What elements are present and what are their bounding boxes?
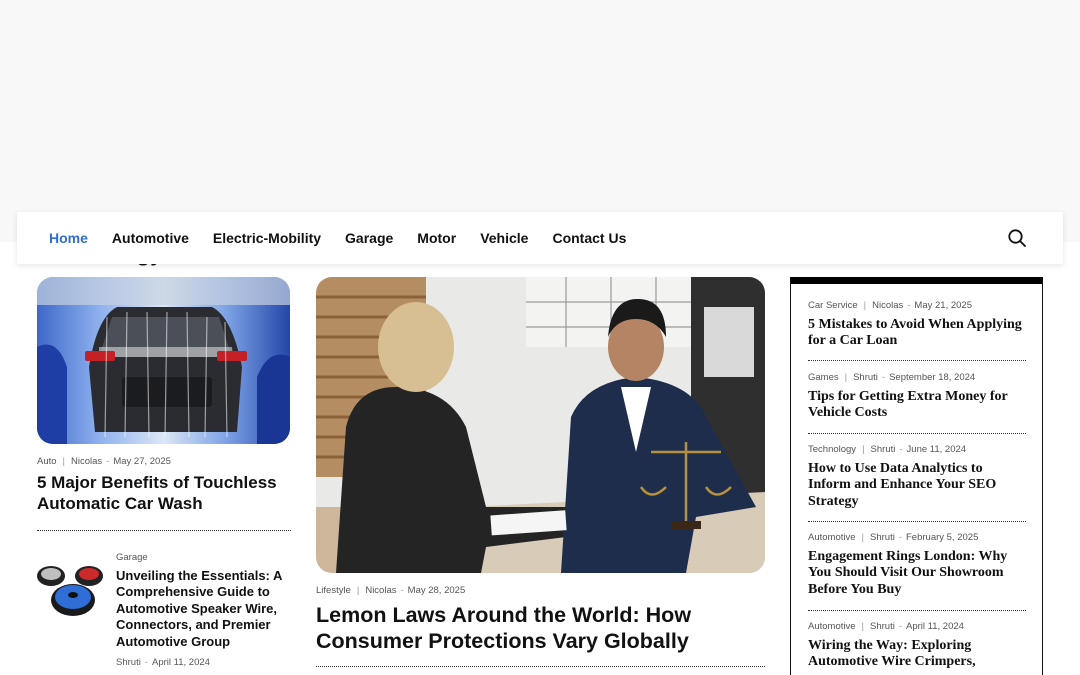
meta-separator: | bbox=[356, 585, 360, 596]
post-category[interactable]: Car Service bbox=[808, 300, 858, 311]
post-thumbnail-car-wash[interactable] bbox=[37, 277, 290, 444]
post-date: May 21, 2025 bbox=[914, 300, 972, 311]
post-title[interactable]: Wiring the Way: Exploring Automotive Wir… bbox=[808, 638, 1026, 671]
post-meta: Technology | Shruti - June 11, 2024 bbox=[808, 444, 1026, 455]
post-date: April 11, 2024 bbox=[152, 656, 210, 668]
meta-separator: | bbox=[62, 456, 66, 467]
post-divider bbox=[316, 666, 765, 668]
nav-item-home[interactable]: Home bbox=[49, 230, 88, 246]
post-thumbnail-speaker-wire[interactable] bbox=[37, 552, 103, 618]
meta-dash: - bbox=[881, 372, 886, 383]
post-category[interactable]: Technology bbox=[808, 444, 856, 455]
post-title[interactable]: 5 Mistakes to Avoid When Applying for a … bbox=[808, 317, 1026, 350]
post-meta: Garage bbox=[116, 552, 292, 563]
post-meta: Automotive | Shruti - April 11, 2024 bbox=[808, 621, 1026, 632]
post-author[interactable]: Shruti bbox=[870, 621, 895, 632]
nav-item-electric-mobility[interactable]: Electric-Mobility bbox=[213, 230, 321, 246]
post-divider bbox=[37, 529, 291, 531]
nav-item-automotive[interactable]: Automotive bbox=[112, 230, 189, 246]
post-date: September 18, 2024 bbox=[889, 372, 976, 383]
sidebar-divider bbox=[808, 360, 1026, 361]
meta-separator: | bbox=[861, 621, 864, 632]
post-thumbnail-lawyer-meeting[interactable] bbox=[316, 277, 765, 573]
meta-separator: | bbox=[844, 372, 848, 383]
post-meta: Automotive | Shruti - February 5, 2025 bbox=[808, 532, 1026, 543]
post-category[interactable]: Automotive bbox=[808, 621, 856, 632]
small-post-text: Garage Unveiling the Essentials: A Compr… bbox=[116, 552, 292, 668]
post-author[interactable]: Shruti bbox=[870, 532, 895, 543]
post-meta-bottom: Shruti - April 11, 2024 bbox=[116, 657, 292, 668]
ad-placeholder-band bbox=[0, 0, 1080, 242]
post-meta: Car Service | Nicolas - May 21, 2025 bbox=[808, 300, 1026, 311]
sidebar-post: Automotive | Shruti - February 5, 2025 E… bbox=[808, 532, 1026, 598]
nav-menu: Home Automotive Electric-Mobility Garage… bbox=[49, 230, 650, 246]
post-category[interactable]: Games bbox=[808, 372, 839, 383]
meta-separator: | bbox=[863, 300, 867, 311]
post-date: February 5, 2025 bbox=[906, 532, 979, 543]
sidebar-divider bbox=[808, 521, 1026, 522]
post-date: June 11, 2024 bbox=[906, 444, 967, 455]
post-meta: Auto | Nicolas - May 27, 2025 bbox=[37, 456, 291, 467]
meta-dash: - bbox=[898, 532, 902, 543]
post-author[interactable]: Shruti bbox=[853, 372, 878, 383]
featured-post-left: Auto | Nicolas - May 27, 2025 5 Major Be… bbox=[37, 277, 291, 531]
post-title[interactable]: 5 Major Benefits of Touchless Automatic … bbox=[37, 473, 291, 515]
meta-dash: - bbox=[144, 656, 148, 668]
post-meta: Lifestyle | Nicolas - May 28, 2025 bbox=[316, 585, 765, 596]
post-title[interactable]: Tips for Getting Extra Money for Vehicle… bbox=[808, 389, 1026, 422]
post-category[interactable]: Garage bbox=[116, 552, 148, 563]
meta-dash: - bbox=[898, 621, 902, 632]
sidebar-post: Games | Shruti - September 18, 2024 Tips… bbox=[808, 372, 1026, 422]
post-title[interactable]: How to Use Data Analytics to Inform and … bbox=[808, 461, 1026, 510]
post-title[interactable]: Lemon Laws Around the World: How Consume… bbox=[316, 602, 765, 654]
sidebar-post: Automotive | Shruti - April 11, 2024 Wir… bbox=[808, 621, 1026, 671]
post-category[interactable]: Automotive bbox=[808, 532, 856, 543]
nav-item-contact-us[interactable]: Contact Us bbox=[552, 230, 626, 246]
meta-separator: | bbox=[862, 444, 865, 455]
post-author[interactable]: Shruti bbox=[871, 444, 896, 455]
sidebar-post-list: Car Service | Nicolas - May 21, 2025 5 M… bbox=[790, 277, 1043, 675]
featured-post-center: Lifestyle | Nicolas - May 28, 2025 Lemon… bbox=[316, 277, 765, 668]
sidebar-post: Technology | Shruti - June 11, 2024 How … bbox=[808, 444, 1026, 510]
search-icon[interactable] bbox=[1007, 228, 1027, 248]
sidebar-post: Car Service | Nicolas - May 21, 2025 5 M… bbox=[808, 300, 1026, 350]
post-title[interactable]: Engagement Rings London: Why You Should … bbox=[808, 549, 1026, 598]
post-title[interactable]: Unveiling the Essentials: A Comprehensiv… bbox=[116, 568, 292, 650]
meta-dash: - bbox=[400, 585, 404, 596]
meta-dash: - bbox=[907, 300, 911, 311]
sidebar-divider bbox=[808, 610, 1026, 611]
post-meta: Games | Shruti - September 18, 2024 bbox=[808, 372, 1026, 383]
post-author[interactable]: Nicolas bbox=[872, 300, 903, 311]
post-author[interactable]: Nicolas bbox=[365, 585, 396, 596]
post-date: May 28, 2025 bbox=[407, 585, 466, 596]
post-date: April 11, 2024 bbox=[906, 621, 964, 632]
meta-dash: - bbox=[106, 456, 110, 467]
post-date: May 27, 2025 bbox=[113, 456, 171, 467]
nav-item-motor[interactable]: Motor bbox=[417, 230, 456, 246]
post-category[interactable]: Auto bbox=[37, 456, 57, 467]
nav-item-garage[interactable]: Garage bbox=[345, 230, 393, 246]
post-category[interactable]: Lifestyle bbox=[316, 585, 351, 596]
sidebar-divider bbox=[808, 433, 1026, 434]
post-author[interactable]: Nicolas bbox=[71, 456, 102, 467]
meta-dash: - bbox=[899, 444, 903, 455]
nav-item-vehicle[interactable]: Vehicle bbox=[480, 230, 528, 246]
post-author[interactable]: Shruti bbox=[116, 657, 141, 668]
main-navbar: Home Automotive Electric-Mobility Garage… bbox=[17, 212, 1063, 264]
meta-separator: | bbox=[861, 532, 864, 543]
